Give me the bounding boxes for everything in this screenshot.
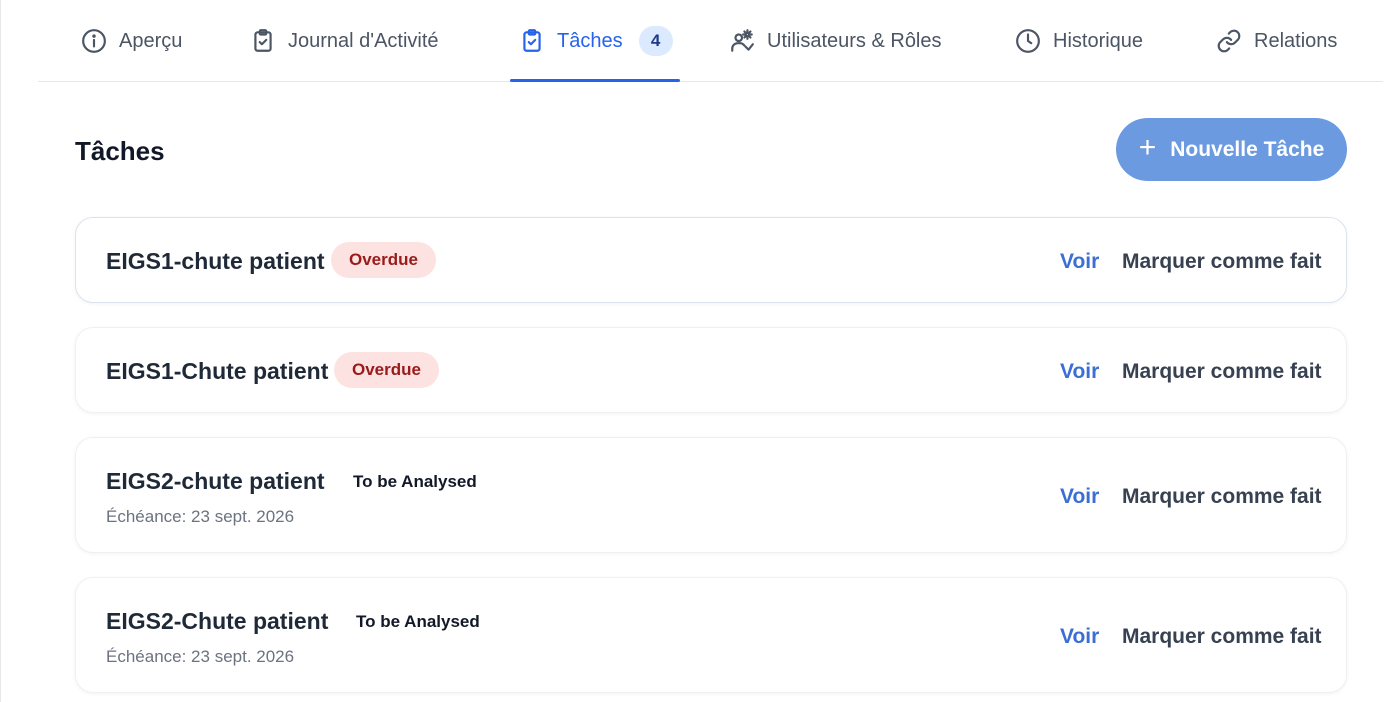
task-card: EIGS2-chute patient To be Analysed Échéa… — [75, 437, 1347, 553]
new-task-button[interactable]: + Nouvelle Tâche — [1116, 118, 1347, 181]
tab-label: Aperçu — [119, 29, 183, 52]
status-badge: Overdue — [334, 352, 439, 388]
status-badge: To be Analysed — [353, 472, 477, 491]
mark-done-button[interactable]: Marquer comme fait — [1122, 360, 1322, 384]
tab-relations[interactable]: Relations — [1216, 0, 1337, 82]
due-date: Échéance: 23 sept. 2026 — [106, 647, 295, 666]
task-count-badge: 4 — [638, 26, 673, 56]
task-card: EIGS2-Chute patient To be Analysed Échéa… — [75, 577, 1347, 693]
tab-taches[interactable]: Tâches 4 — [510, 0, 680, 82]
mark-done-button[interactable]: Marquer comme fait — [1122, 250, 1322, 274]
task-title: EIGS1-Chute patient — [106, 358, 329, 384]
tab-utilisateurs-roles[interactable]: Utilisateurs & Rôles — [729, 0, 942, 82]
tab-label: Historique — [1053, 29, 1144, 52]
tab-label: Tâches — [557, 29, 623, 52]
tab-bar: Aperçu Journal d'Activité Tâches 4 Utili… — [38, 0, 1383, 82]
view-button[interactable]: Voir — [1060, 625, 1099, 649]
tab-historique[interactable]: Historique — [1015, 0, 1143, 82]
task-card: EIGS1-chute patient Overdue Voir Marquer… — [75, 217, 1347, 303]
new-task-button-label: Nouvelle Tâche — [1170, 137, 1325, 161]
task-title: EIGS2-chute patient — [106, 468, 325, 494]
task-title: EIGS2-Chute patient — [106, 608, 329, 634]
status-badge: To be Analysed — [356, 612, 480, 631]
task-title: EIGS1-chute patient — [106, 248, 325, 274]
due-date: Échéance: 23 sept. 2026 — [106, 507, 295, 526]
tab-apercu[interactable]: Aperçu — [81, 0, 182, 82]
link-icon — [1216, 28, 1242, 54]
view-button[interactable]: Voir — [1060, 360, 1099, 384]
tab-label: Relations — [1254, 29, 1338, 52]
page-frame: Aperçu Journal d'Activité Tâches 4 Utili… — [0, 0, 1398, 702]
section-title: Tâches — [75, 136, 165, 166]
plus-icon: + — [1138, 131, 1157, 164]
info-icon — [81, 28, 107, 54]
view-button[interactable]: Voir — [1060, 250, 1099, 274]
tab-label: Utilisateurs & Rôles — [767, 29, 942, 52]
status-badge: Overdue — [331, 242, 436, 278]
tab-label: Journal d'Activité — [288, 29, 439, 52]
task-card: EIGS1-Chute patient Overdue Voir Marquer… — [75, 327, 1347, 413]
mark-done-button[interactable]: Marquer comme fait — [1122, 625, 1322, 649]
view-button[interactable]: Voir — [1060, 485, 1099, 509]
tab-journal-activite[interactable]: Journal d'Activité — [250, 0, 439, 82]
users-cog-icon — [729, 28, 755, 54]
clipboard-icon — [250, 28, 276, 54]
clock-icon — [1015, 28, 1041, 54]
clipboard-check-icon — [519, 28, 545, 54]
mark-done-button[interactable]: Marquer comme fait — [1122, 485, 1322, 509]
